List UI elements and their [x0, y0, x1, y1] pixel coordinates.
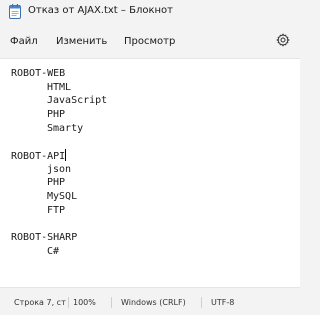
editor-line: PHP — [47, 177, 66, 189]
notepad-icon — [9, 4, 21, 19]
editor-line: json — [47, 163, 72, 175]
status-divider — [68, 297, 69, 308]
editor-line: MySQL — [47, 190, 78, 202]
editor-line: FTP — [47, 204, 66, 216]
text-caret — [65, 148, 67, 161]
editor-line — [11, 135, 107, 149]
editor-line: ROBOT-API — [11, 148, 67, 162]
title-bar[interactable]: Отказ от AJAX.txt – Блокнот — [0, 0, 300, 24]
status-encoding: UTF-8 — [211, 298, 235, 307]
menu-view[interactable]: Просмотр — [124, 36, 175, 47]
status-divider — [201, 297, 202, 308]
editor-line: ROBOT-SHARP — [11, 231, 78, 243]
editor-line: ROBOT-WEB — [11, 68, 66, 79]
status-bar: Строка 7, ст 100% Windows (CRLF) UTF-8 — [0, 288, 300, 315]
editor-line: C# — [47, 245, 60, 257]
gear-icon[interactable] — [276, 33, 290, 47]
status-divider — [111, 297, 112, 308]
menu-edit[interactable]: Изменить — [56, 36, 107, 47]
menu-bar: Файл Изменить Просмотр — [0, 24, 300, 58]
status-cursor-position: Строка 7, ст — [14, 298, 66, 307]
editor-line — [11, 217, 107, 231]
status-zoom[interactable]: 100% — [73, 298, 96, 307]
notepad-window: Отказ от AJAX.txt – Блокнот Файл Изменит… — [0, 0, 300, 315]
editor-lines: ROBOT-WEB HTML JavaScript PHP Smarty ROB… — [11, 67, 107, 258]
menu-file[interactable]: Файл — [10, 36, 38, 47]
window-title: Отказ от AJAX.txt – Блокнот — [28, 5, 173, 16]
editor-line: HTML — [47, 81, 72, 93]
editor-line: PHP — [47, 108, 66, 120]
status-line-ending: Windows (CRLF) — [121, 298, 186, 307]
editor-line: JavaScript — [47, 95, 108, 107]
editor-line: Smarty — [47, 122, 84, 134]
text-editor[interactable]: ROBOT-WEB HTML JavaScript PHP Smarty ROB… — [0, 58, 300, 288]
